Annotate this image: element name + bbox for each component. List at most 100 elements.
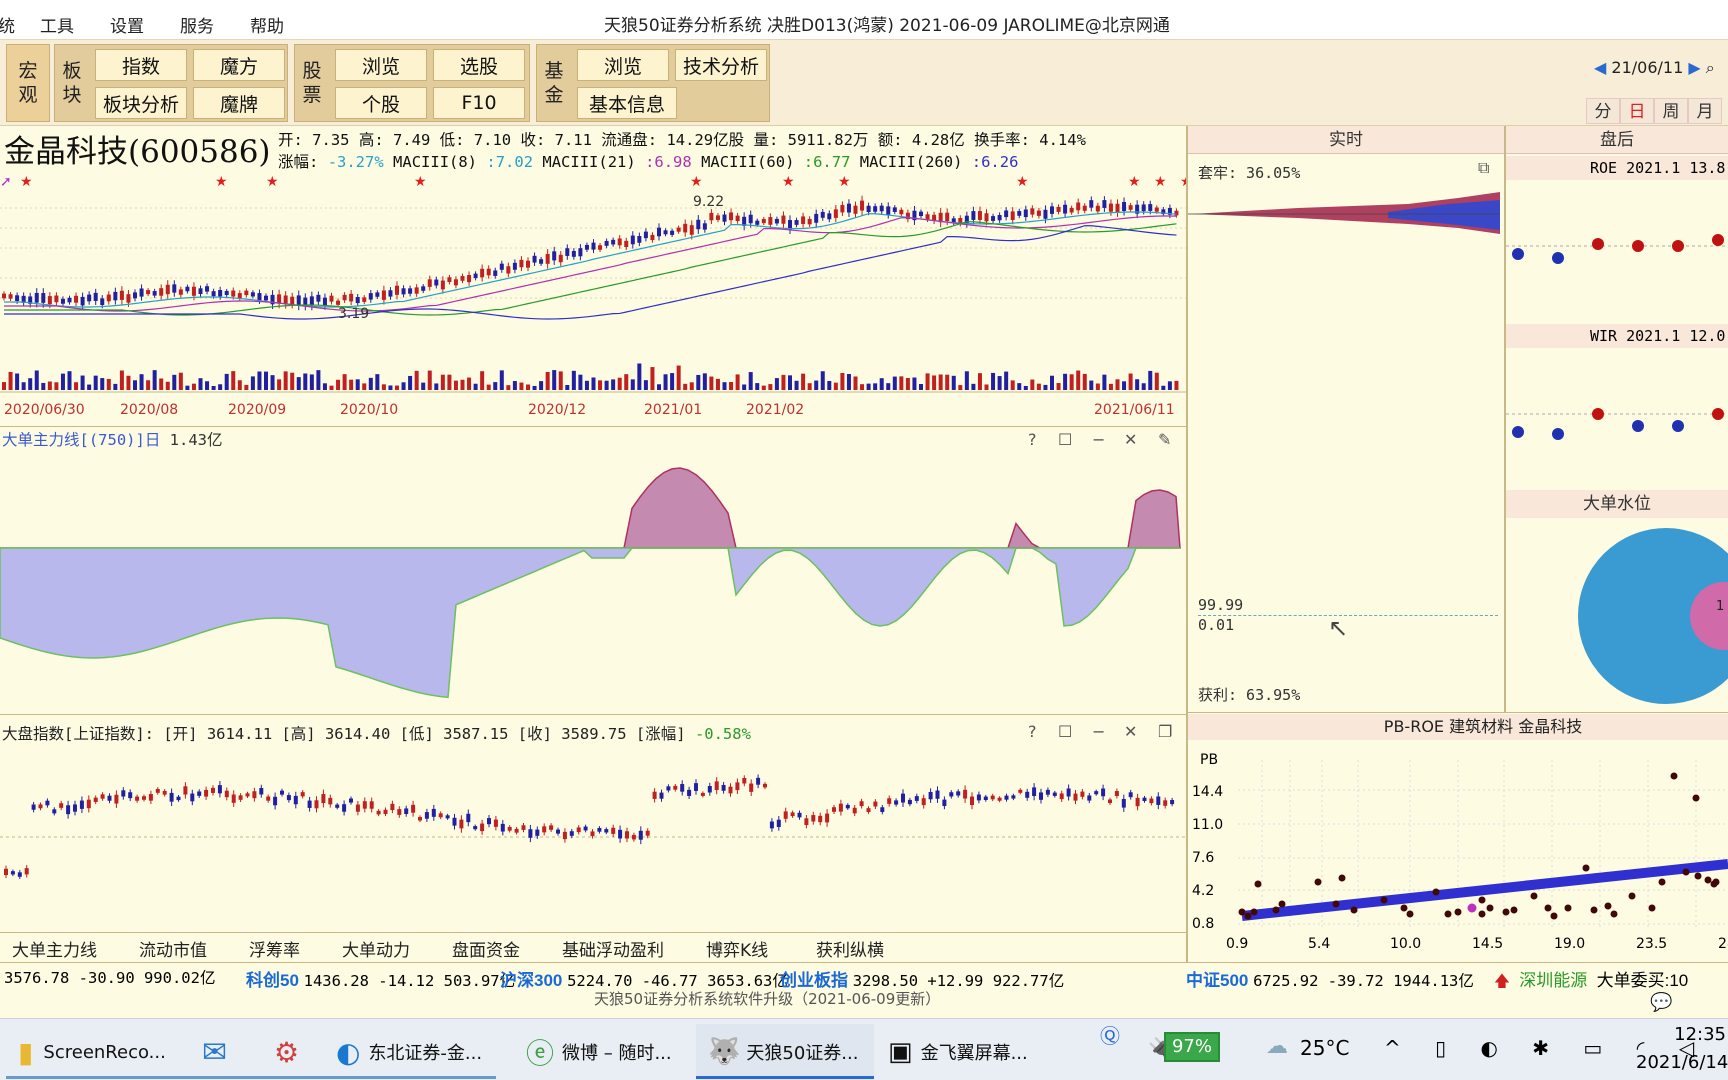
candle bbox=[473, 273, 478, 279]
ma-line bbox=[4, 215, 1177, 312]
volume-bar bbox=[473, 383, 478, 390]
scatter-point bbox=[1250, 908, 1258, 916]
realtime-header[interactable]: 实时 bbox=[1188, 126, 1504, 154]
period-minute[interactable]: 分 bbox=[1586, 98, 1620, 124]
mail-icon[interactable]: ✉ bbox=[202, 1024, 227, 1080]
stock-browse-button[interactable]: 浏览 bbox=[335, 49, 427, 81]
close-icon[interactable]: ✕ bbox=[1124, 430, 1137, 449]
macro-label[interactable]: 宏观 bbox=[17, 59, 39, 107]
index-candle bbox=[983, 796, 988, 801]
big-order-chart[interactable] bbox=[0, 450, 1186, 712]
index-candle bbox=[590, 831, 595, 837]
weather-icon[interactable]: ☁ bbox=[1266, 1034, 1288, 1059]
chat-icon[interactable]: 💬 bbox=[1650, 992, 1672, 1013]
help-icon[interactable]: ? bbox=[1028, 430, 1037, 449]
search-icon[interactable]: ⌕ bbox=[1706, 58, 1715, 77]
prev-date-icon[interactable]: ◀ bbox=[1594, 58, 1606, 77]
menu-service[interactable]: 服务 bbox=[180, 12, 214, 37]
close-icon[interactable]: ✕ bbox=[1124, 722, 1137, 741]
minimize-icon[interactable]: − bbox=[1092, 722, 1105, 741]
minimize-icon[interactable]: − bbox=[1092, 430, 1105, 449]
clock-date[interactable]: 2021/6/14 bbox=[1636, 1052, 1728, 1073]
indicator-tab[interactable]: 获利纵横 bbox=[816, 936, 884, 962]
menu-tools[interactable]: 工具 bbox=[40, 12, 74, 37]
ticker-item[interactable]: 中证500 6725.92 -39.72 1944.13亿 bbox=[1186, 966, 1474, 991]
star-icon: ★ bbox=[690, 174, 703, 190]
index-candle bbox=[162, 790, 167, 795]
volume-bar bbox=[1128, 373, 1133, 390]
restore-icon[interactable]: ❐ bbox=[1158, 722, 1172, 741]
taskbar-app-recorder[interactable]: ▣ 金飞翼屏幕... bbox=[888, 1024, 1028, 1080]
next-date-icon[interactable]: ▶ bbox=[1688, 58, 1700, 77]
volume-bar bbox=[846, 373, 851, 390]
volume-bar bbox=[696, 374, 701, 390]
volume-bar bbox=[1167, 381, 1172, 390]
macro-group[interactable]: 宏观 bbox=[6, 44, 50, 122]
maximize-icon[interactable]: ☐ bbox=[1058, 722, 1072, 741]
candle bbox=[630, 235, 635, 245]
indicator-tab[interactable]: 大单主力线 bbox=[12, 936, 97, 962]
menu-settings[interactable]: 设置 bbox=[110, 12, 144, 37]
tool-icon[interactable]: ⚙ bbox=[274, 1024, 299, 1080]
taskbar-app-edge1[interactable]: ◐ 东北证券-金... bbox=[336, 1024, 482, 1080]
indicator-tab[interactable]: 浮筹率 bbox=[249, 936, 300, 962]
volume-bar bbox=[1043, 384, 1048, 390]
battery-indicator[interactable]: 97% bbox=[1164, 1032, 1220, 1062]
fund-browse-button[interactable]: 浏览 bbox=[577, 49, 669, 81]
indicator-tab[interactable]: 流动市值 bbox=[139, 936, 207, 962]
candle bbox=[172, 284, 177, 293]
tail-stock[interactable]: 深圳能源 bbox=[1519, 971, 1587, 990]
candle bbox=[545, 254, 550, 264]
ticker-name[interactable]: 中证500 bbox=[1186, 971, 1253, 990]
index-chart[interactable] bbox=[0, 744, 1186, 930]
stock-select-button[interactable]: 选股 bbox=[433, 49, 525, 81]
period-day[interactable]: 日 bbox=[1620, 98, 1654, 124]
qq-icon[interactable]: Ⓠ bbox=[1100, 1020, 1120, 1049]
mofang-button[interactable]: 魔方 bbox=[193, 49, 285, 81]
period-month[interactable]: 月 bbox=[1688, 98, 1722, 124]
index-button[interactable]: 指数 bbox=[95, 49, 187, 81]
maximize-icon[interactable]: ☐ bbox=[1058, 430, 1072, 449]
sector-analysis-button[interactable]: 板块分析 bbox=[95, 87, 187, 119]
taskbar-app-screenrec[interactable]: ▮ ScreenReco... bbox=[18, 1024, 166, 1080]
ticker-item[interactable]: 科创50 1436.28 -14.12 503.97亿 bbox=[246, 966, 515, 991]
volume-bar bbox=[1056, 383, 1061, 390]
upgrade-notice[interactable]: 天狼50证券分析系统软件升级（2021-06-09更新） bbox=[594, 988, 940, 1009]
index-candle bbox=[238, 795, 243, 800]
index-candle bbox=[901, 793, 905, 803]
clock-time[interactable]: 12:35 bbox=[1636, 1024, 1726, 1045]
indicator-tab[interactable]: 盘面资金 bbox=[452, 936, 520, 962]
mopai-button[interactable]: 魔牌 bbox=[193, 87, 285, 119]
candle bbox=[67, 297, 72, 303]
volume-bar bbox=[427, 370, 432, 390]
tech-analysis-button[interactable]: 技术分析 bbox=[675, 49, 767, 81]
candle bbox=[1174, 210, 1179, 216]
temperature[interactable]: 25°C bbox=[1300, 1036, 1349, 1060]
wrench-icon[interactable]: ✎ bbox=[1158, 430, 1171, 449]
expand-icon[interactable]: ⧉ bbox=[1478, 158, 1489, 178]
candle bbox=[873, 206, 878, 212]
taskbar-app-tianlang[interactable]: 🐺 天狼50证券... bbox=[696, 1024, 874, 1080]
indicator-tab[interactable]: 博弈K线 bbox=[706, 936, 768, 962]
period-week[interactable]: 周 bbox=[1654, 98, 1688, 124]
scatter-point bbox=[1604, 902, 1612, 910]
indicator-tab[interactable]: 大单动力 bbox=[342, 936, 410, 962]
volume-bar bbox=[93, 375, 98, 390]
help-icon[interactable]: ? bbox=[1028, 722, 1037, 741]
f10-button[interactable]: F10 bbox=[433, 87, 525, 119]
indicator-tab[interactable]: 基础浮动盈利 bbox=[562, 936, 664, 962]
price-chart[interactable]: ★★★★★★★★★★★➚2020/06/302020/082020/092020… bbox=[0, 168, 1186, 428]
volume-bar bbox=[650, 367, 655, 390]
menu-system[interactable]: 统 bbox=[0, 12, 15, 37]
menu-help[interactable]: 帮助 bbox=[250, 12, 284, 37]
ticker-item[interactable]: 3576.78 -30.90 990.02亿 bbox=[4, 966, 215, 988]
ticker-name[interactable]: 沪深300 bbox=[500, 971, 567, 990]
basic-info-button[interactable]: 基本信息 bbox=[577, 87, 677, 119]
taskbar-app-weibo[interactable]: ⓔ 微博 – 随时... bbox=[526, 1024, 672, 1080]
after-hours-header[interactable]: 盘后 bbox=[1506, 126, 1728, 154]
date-navigator[interactable]: ◀ 21/06/11 ▶ ⌕ bbox=[1594, 58, 1715, 78]
scatter-point bbox=[1564, 904, 1572, 912]
water-level-pie: 1 bbox=[1578, 528, 1728, 704]
ticker-name[interactable]: 科创50 bbox=[246, 971, 304, 990]
single-stock-button[interactable]: 个股 bbox=[335, 87, 427, 119]
